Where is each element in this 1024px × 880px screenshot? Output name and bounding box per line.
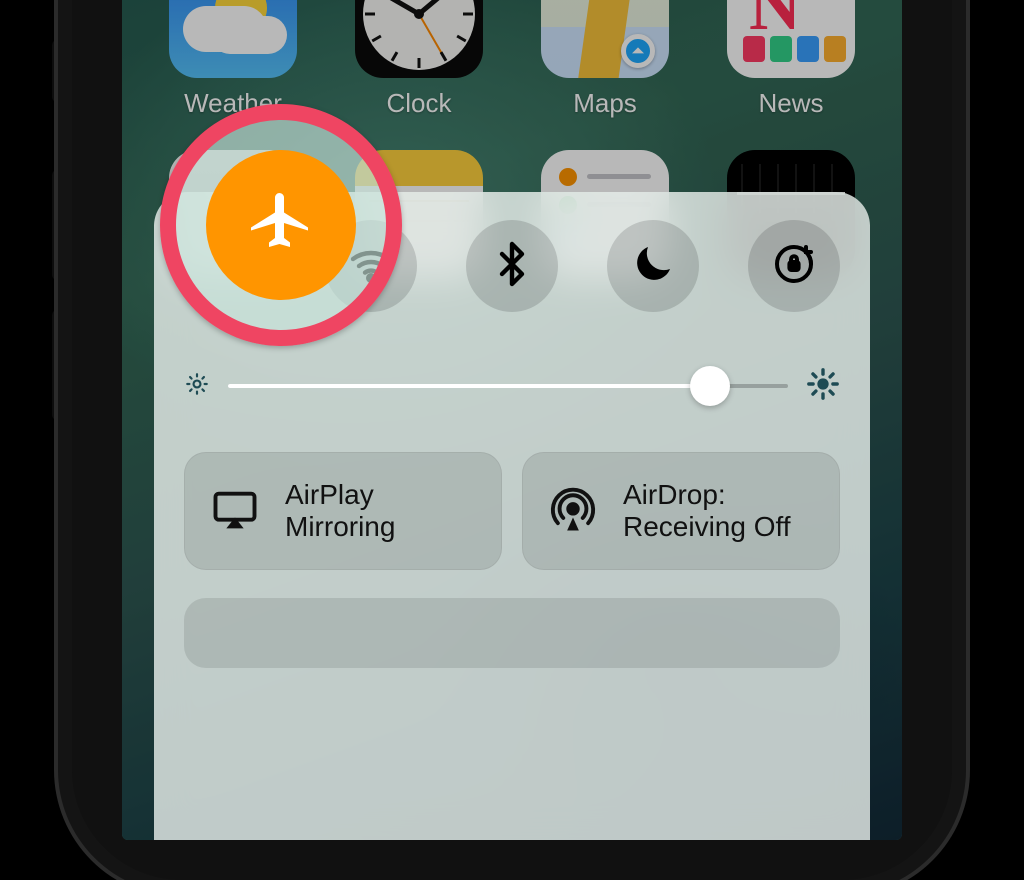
control-center: AirPlay Mirroring AirDrop: Receiving Off xyxy=(154,192,870,840)
airplay-label: AirPlay Mirroring xyxy=(285,479,395,543)
airplay-icon xyxy=(207,483,263,539)
brightness-knob[interactable] xyxy=(690,366,730,406)
volume-up-button[interactable] xyxy=(52,170,62,280)
media-controls-placeholder[interactable] xyxy=(184,598,840,668)
brightness-slider[interactable] xyxy=(184,366,840,406)
bluetooth-toggle[interactable] xyxy=(466,220,558,312)
airdrop-button[interactable]: AirDrop: Receiving Off xyxy=(522,452,840,570)
brightness-low-icon xyxy=(184,371,210,402)
brightness-high-icon xyxy=(806,367,840,406)
airplay-button[interactable]: AirPlay Mirroring xyxy=(184,452,502,570)
share-row: AirPlay Mirroring AirDrop: Receiving Off xyxy=(184,452,840,570)
annotation-highlight-ring xyxy=(160,104,402,346)
airdrop-icon xyxy=(545,483,601,539)
airplane-mode-toggle[interactable] xyxy=(206,150,356,300)
phone-screen: Weather xyxy=(122,0,902,840)
brightness-track[interactable] xyxy=(228,384,788,388)
volume-down-button[interactable] xyxy=(52,310,62,420)
mute-switch[interactable] xyxy=(52,40,62,102)
moon-icon xyxy=(629,240,677,293)
airdrop-label: AirDrop: Receiving Off xyxy=(623,479,791,543)
rotation-lock-icon xyxy=(770,240,818,293)
bluetooth-icon xyxy=(488,240,536,293)
do-not-disturb-toggle[interactable] xyxy=(607,220,699,312)
airplane-icon xyxy=(245,187,317,264)
rotation-lock-toggle[interactable] xyxy=(748,220,840,312)
